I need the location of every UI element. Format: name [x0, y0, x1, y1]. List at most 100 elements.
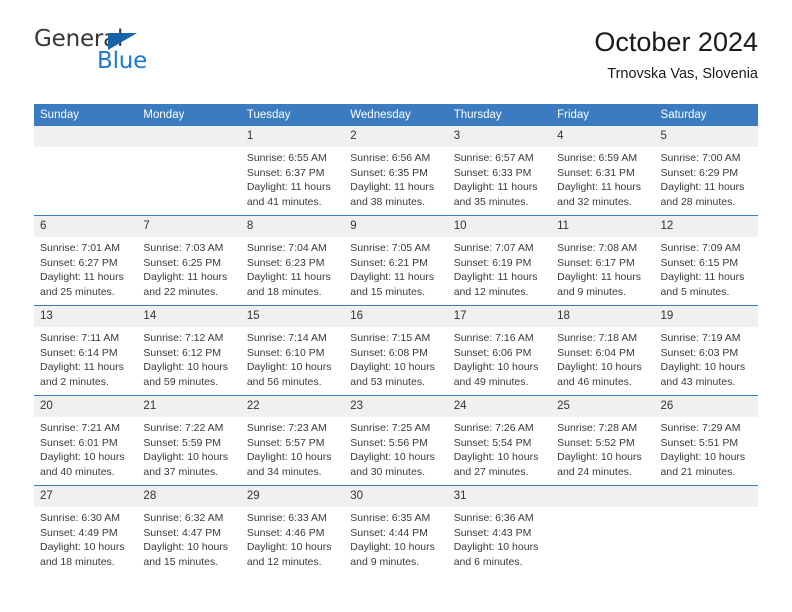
- day-number: [137, 126, 241, 147]
- sunrise-text: Sunrise: 6:56 AM: [350, 152, 431, 164]
- calendar-day-cell[interactable]: 21 Sunrise: 7:22 AM Sunset: 5:59 PM Dayligh…: [137, 395, 241, 486]
- day-number: 20: [34, 396, 138, 417]
- calendar-day-cell[interactable]: 25 Sunrise: 7:28 AM Sunset: 5:52 PM Dayligh…: [551, 395, 655, 486]
- calendar-day-cell[interactable]: 12 Sunrise: 7:09 AM Sunset: 6:15 PM Dayligh…: [654, 215, 758, 306]
- sunset-text: Sunset: 6:03 PM: [660, 346, 739, 359]
- calendar-day-cell[interactable]: 31 Sunrise: 6:36 AM Sunset: 4:43 PM Dayligh…: [447, 485, 552, 575]
- daylight-text: and 34 minutes.: [246, 465, 322, 478]
- page-title: October 2024: [594, 27, 758, 57]
- day-details: Sunrise: 7:15 AM Sunset: 6:08 PM Daylight:…: [344, 327, 447, 389]
- daylight-text: Daylight: 10 hours: [40, 541, 125, 554]
- day-number: 29: [240, 486, 345, 507]
- daylight-text: Daylight: 10 hours: [143, 541, 229, 554]
- calendar-day-cell[interactable]: 23 Sunrise: 7:25 AM Sunset: 5:56 PM Dayligh…: [344, 395, 448, 486]
- day-number: 10: [447, 216, 552, 237]
- calendar-day-cell[interactable]: 19 Sunrise: 7:19 AM Sunset: 6:03 PM Dayligh…: [654, 305, 758, 396]
- daylight-text: Daylight: 11 hours: [453, 271, 538, 284]
- calendar-day-cell[interactable]: 6 Sunrise: 7:01 AM Sunset: 6:27 PM Daylight…: [34, 215, 138, 306]
- calendar-day-cell[interactable]: 16 Sunrise: 7:15 AM Sunset: 6:08 PM Dayligh…: [344, 305, 448, 396]
- calendar-day-cell[interactable]: 5 Sunrise: 7:00 AM Sunset: 6:29 PM Daylight…: [654, 126, 758, 216]
- daylight-text: Daylight: 10 hours: [453, 451, 539, 464]
- calendar-day-cell[interactable]: 2 Sunrise: 6:56 AM Sunset: 6:35 PM Daylight…: [344, 126, 448, 216]
- sunrise-text: Sunrise: 7:08 AM: [557, 242, 638, 254]
- daylight-text: Daylight: 10 hours: [453, 541, 539, 554]
- calendar-day-cell-empty: [34, 126, 138, 216]
- sunset-text: Sunset: 6:19 PM: [453, 256, 532, 269]
- calendar-week-row: 6 Sunrise: 7:01 AM Sunset: 6:27 PM Daylight…: [34, 215, 758, 306]
- calendar-day-cell[interactable]: 26 Sunrise: 7:29 AM Sunset: 5:51 PM Dayligh…: [654, 395, 758, 486]
- day-details: [551, 507, 654, 511]
- sunset-text: Sunset: 4:49 PM: [40, 526, 118, 539]
- calendar-day-cell[interactable]: 17 Sunrise: 7:16 AM Sunset: 6:06 PM Dayligh…: [447, 305, 552, 396]
- weekday-header-sunday: Sunday: [34, 104, 138, 126]
- day-number: 7: [137, 216, 241, 237]
- sunrise-text: Sunrise: 7:12 AM: [143, 332, 224, 344]
- calendar-day-cell[interactable]: 1 Sunrise: 6:55 AM Sunset: 6:37 PM Daylight…: [240, 126, 345, 216]
- calendar-day-cell[interactable]: 13 Sunrise: 7:11 AM Sunset: 6:14 PM Dayligh…: [34, 305, 138, 396]
- day-number: 13: [34, 306, 138, 327]
- day-details: Sunrise: 6:30 AM Sunset: 4:49 PM Daylight:…: [34, 507, 137, 569]
- daylight-text: and 41 minutes.: [246, 195, 322, 208]
- weekday-header-thursday: Thursday: [447, 104, 552, 126]
- daylight-text: Daylight: 11 hours: [246, 181, 331, 194]
- sunset-text: Sunset: 4:43 PM: [453, 526, 532, 539]
- general-blue-logo[interactable]: General Blue: [34, 26, 264, 88]
- day-number: 25: [551, 396, 655, 417]
- daylight-text: and 25 minutes.: [40, 285, 115, 298]
- calendar-day-cell[interactable]: 3 Sunrise: 6:57 AM Sunset: 6:33 PM Daylight…: [447, 126, 552, 216]
- daylight-text: and 18 minutes.: [246, 285, 322, 298]
- calendar-day-cell[interactable]: 7 Sunrise: 7:03 AM Sunset: 6:25 PM Daylight…: [137, 215, 241, 306]
- calendar-day-cell[interactable]: 14 Sunrise: 7:12 AM Sunset: 6:12 PM Dayligh…: [137, 305, 241, 396]
- calendar-day-cell[interactable]: 18 Sunrise: 7:18 AM Sunset: 6:04 PM Dayligh…: [551, 305, 655, 396]
- daylight-text: and 38 minutes.: [350, 195, 425, 208]
- day-details: [655, 507, 758, 511]
- calendar-table: Sunday Monday Tuesday Wednesday Thursday Frid…: [34, 104, 758, 575]
- daylight-text: and 15 minutes.: [143, 555, 219, 568]
- day-details: Sunrise: 6:55 AM Sunset: 6:37 PM Daylight:…: [241, 147, 344, 209]
- sunset-text: Sunset: 4:46 PM: [246, 526, 325, 539]
- calendar-day-cell[interactable]: 8 Sunrise: 7:04 AM Sunset: 6:23 PM Daylight…: [240, 215, 345, 306]
- sunset-text: Sunset: 5:52 PM: [557, 436, 635, 449]
- calendar-day-cell-empty: [551, 485, 655, 575]
- calendar-day-cell[interactable]: 9 Sunrise: 7:05 AM Sunset: 6:21 PM Daylight…: [344, 215, 448, 306]
- calendar-day-cell[interactable]: 24 Sunrise: 7:26 AM Sunset: 5:54 PM Dayligh…: [447, 395, 552, 486]
- daylight-text: and 15 minutes.: [350, 285, 425, 298]
- calendar-day-cell[interactable]: 22 Sunrise: 7:23 AM Sunset: 5:57 PM Dayligh…: [240, 395, 345, 486]
- sunrise-text: Sunrise: 7:14 AM: [246, 332, 327, 344]
- sunrise-text: Sunrise: 7:16 AM: [453, 332, 534, 344]
- day-details: Sunrise: 7:04 AM Sunset: 6:23 PM Daylight:…: [241, 237, 344, 299]
- daylight-text: and 6 minutes.: [453, 555, 523, 568]
- daylight-text: Daylight: 10 hours: [350, 451, 435, 464]
- daylight-text: Daylight: 10 hours: [246, 451, 332, 464]
- calendar-day-cell[interactable]: 28 Sunrise: 6:32 AM Sunset: 4:47 PM Dayligh…: [137, 485, 241, 575]
- weekday-header-saturday: Saturday: [654, 104, 758, 126]
- day-details: Sunrise: 6:35 AM Sunset: 4:44 PM Daylight:…: [344, 507, 447, 569]
- weekday-header-friday: Friday: [551, 104, 655, 126]
- daylight-text: Daylight: 11 hours: [660, 181, 745, 194]
- calendar-day-cell[interactable]: 30 Sunrise: 6:35 AM Sunset: 4:44 PM Dayligh…: [344, 485, 448, 575]
- calendar-day-cell[interactable]: 29 Sunrise: 6:33 AM Sunset: 4:46 PM Dayligh…: [240, 485, 345, 575]
- day-number: 2: [344, 126, 448, 147]
- daylight-text: Daylight: 10 hours: [350, 541, 435, 554]
- day-details: Sunrise: 7:23 AM Sunset: 5:57 PM Daylight:…: [241, 417, 344, 479]
- daylight-text: Daylight: 10 hours: [40, 451, 125, 464]
- sunrise-text: Sunrise: 7:18 AM: [557, 332, 638, 344]
- day-number: 31: [447, 486, 552, 507]
- sunset-text: Sunset: 6:23 PM: [246, 256, 325, 269]
- daylight-text: Daylight: 10 hours: [660, 361, 746, 374]
- daylight-text: and 21 minutes.: [660, 465, 736, 478]
- daylight-text: Daylight: 11 hours: [660, 271, 745, 284]
- calendar-day-cell[interactable]: 10 Sunrise: 7:07 AM Sunset: 6:19 PM Dayligh…: [447, 215, 552, 306]
- calendar-day-cell[interactable]: 15 Sunrise: 7:14 AM Sunset: 6:10 PM Dayligh…: [240, 305, 345, 396]
- calendar-day-cell[interactable]: 27 Sunrise: 6:30 AM Sunset: 4:49 PM Dayligh…: [34, 485, 138, 575]
- calendar-day-cell-empty: [654, 485, 758, 575]
- daylight-text: Daylight: 10 hours: [143, 361, 229, 374]
- calendar-day-cell[interactable]: 20 Sunrise: 7:21 AM Sunset: 6:01 PM Dayligh…: [34, 395, 138, 486]
- calendar-day-cell[interactable]: 4 Sunrise: 6:59 AM Sunset: 6:31 PM Daylight…: [551, 126, 655, 216]
- day-number: 16: [344, 306, 448, 327]
- day-number: 22: [240, 396, 345, 417]
- day-details: Sunrise: 7:05 AM Sunset: 6:21 PM Daylight:…: [344, 237, 447, 299]
- day-number: 15: [240, 306, 345, 327]
- day-details: Sunrise: 6:33 AM Sunset: 4:46 PM Daylight:…: [241, 507, 344, 569]
- calendar-day-cell[interactable]: 11 Sunrise: 7:08 AM Sunset: 6:17 PM Dayligh…: [551, 215, 655, 306]
